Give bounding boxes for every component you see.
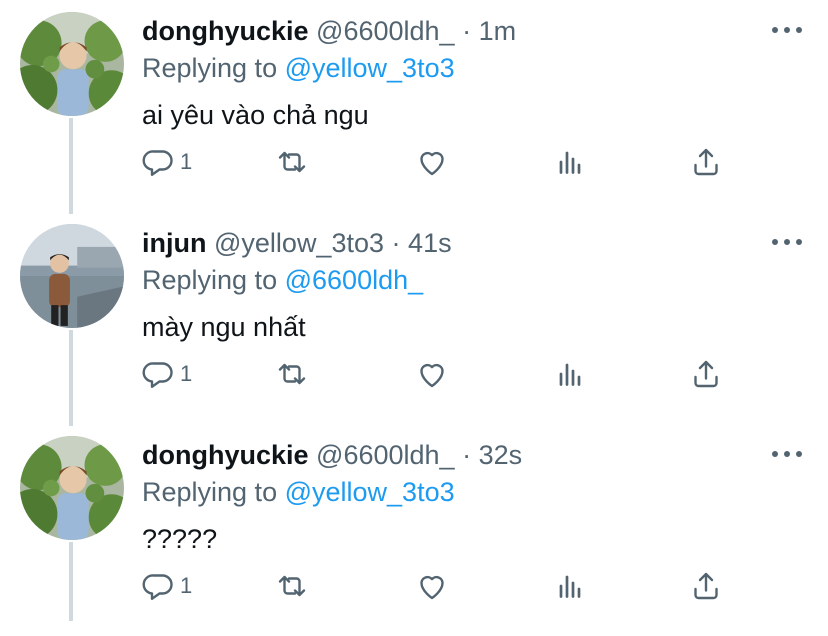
replying-to: Replying to @yellow_3to3 bbox=[142, 51, 455, 85]
separator-dot: · bbox=[462, 16, 472, 46]
share-icon bbox=[694, 360, 718, 388]
separator-dot: · bbox=[391, 228, 401, 258]
views-button[interactable] bbox=[552, 354, 588, 394]
like-icon bbox=[420, 363, 444, 388]
replying-to: Replying to @6600ldh_ bbox=[142, 263, 423, 297]
like-button[interactable] bbox=[414, 142, 450, 182]
tweet-header: donghyuckie @6600ldh_ · 32s bbox=[142, 438, 522, 472]
timestamp[interactable]: 41s bbox=[408, 228, 452, 258]
user-handle[interactable]: @yellow_3to3 bbox=[214, 228, 384, 258]
share-button[interactable] bbox=[688, 354, 724, 394]
mention-link[interactable]: @6600ldh_ bbox=[285, 265, 424, 295]
tweet-header: donghyuckie @6600ldh_ · 1m bbox=[142, 14, 516, 48]
display-name[interactable]: injun bbox=[142, 228, 206, 258]
tweet-text: ai yêu vào chả ngu bbox=[142, 100, 369, 130]
more-icon[interactable] bbox=[772, 446, 802, 462]
reply-button[interactable]: 1 bbox=[140, 566, 192, 606]
reply-count: 1 bbox=[180, 149, 193, 174]
like-icon bbox=[420, 575, 444, 600]
views-icon bbox=[559, 363, 581, 386]
replying-prefix: Replying to bbox=[142, 265, 278, 295]
like-button[interactable] bbox=[414, 566, 450, 606]
views-icon bbox=[559, 575, 581, 598]
reply-count: 1 bbox=[180, 573, 193, 598]
more-icon[interactable] bbox=[772, 22, 802, 38]
tweet-text: mày ngu nhất bbox=[142, 312, 306, 342]
reply-button[interactable]: 1 bbox=[140, 142, 192, 182]
timestamp[interactable]: 1m bbox=[479, 16, 517, 46]
retweet-icon bbox=[278, 363, 306, 385]
replying-to: Replying to @yellow_3to3 bbox=[142, 475, 455, 509]
share-icon bbox=[694, 148, 718, 176]
retweet-button[interactable] bbox=[274, 566, 310, 606]
reply-icon bbox=[142, 574, 173, 600]
share-icon bbox=[694, 572, 718, 600]
mention-link[interactable]: @yellow_3to3 bbox=[285, 477, 455, 507]
timestamp[interactable]: 32s bbox=[479, 440, 523, 470]
reply-button[interactable]: 1 bbox=[140, 354, 192, 394]
tweet[interactable]: donghyuckie @6600ldh_ · 32s Replying to … bbox=[0, 424, 828, 636]
avatar[interactable] bbox=[20, 224, 124, 328]
views-icon bbox=[559, 151, 581, 174]
like-icon bbox=[420, 151, 444, 176]
user-handle[interactable]: @6600ldh_ bbox=[316, 440, 455, 470]
replying-prefix: Replying to bbox=[142, 477, 278, 507]
reply-icon bbox=[142, 150, 173, 176]
reply-count: 1 bbox=[180, 361, 193, 386]
avatar-garden-photo bbox=[20, 436, 124, 540]
avatar[interactable] bbox=[20, 436, 124, 540]
share-button[interactable] bbox=[688, 142, 724, 182]
display-name[interactable]: donghyuckie bbox=[142, 16, 309, 46]
tweet[interactable]: injun @yellow_3to3 · 41s Replying to @66… bbox=[0, 212, 828, 424]
views-button[interactable] bbox=[552, 142, 588, 182]
avatar[interactable] bbox=[20, 12, 124, 116]
mention-link[interactable]: @yellow_3to3 bbox=[285, 53, 455, 83]
avatar-riverside-photo bbox=[20, 224, 124, 328]
avatar-garden-photo bbox=[20, 12, 124, 116]
tweet-text: ????? bbox=[142, 524, 218, 554]
action-bar: 1 bbox=[140, 354, 740, 394]
separator-dot: · bbox=[462, 440, 472, 470]
tweet[interactable]: donghyuckie @6600ldh_ · 1m Replying to @… bbox=[0, 0, 828, 212]
tweet-header: injun @yellow_3to3 · 41s bbox=[142, 226, 452, 260]
like-button[interactable] bbox=[414, 354, 450, 394]
views-button[interactable] bbox=[552, 566, 588, 606]
retweet-icon bbox=[278, 575, 306, 597]
replying-prefix: Replying to bbox=[142, 53, 278, 83]
user-handle[interactable]: @6600ldh_ bbox=[316, 16, 455, 46]
share-button[interactable] bbox=[688, 566, 724, 606]
retweet-icon bbox=[278, 151, 306, 173]
action-bar: 1 bbox=[140, 566, 740, 606]
more-icon[interactable] bbox=[772, 234, 802, 250]
retweet-button[interactable] bbox=[274, 354, 310, 394]
retweet-button[interactable] bbox=[274, 142, 310, 182]
display-name[interactable]: donghyuckie bbox=[142, 440, 309, 470]
action-bar: 1 bbox=[140, 142, 740, 182]
reply-icon bbox=[142, 362, 173, 388]
